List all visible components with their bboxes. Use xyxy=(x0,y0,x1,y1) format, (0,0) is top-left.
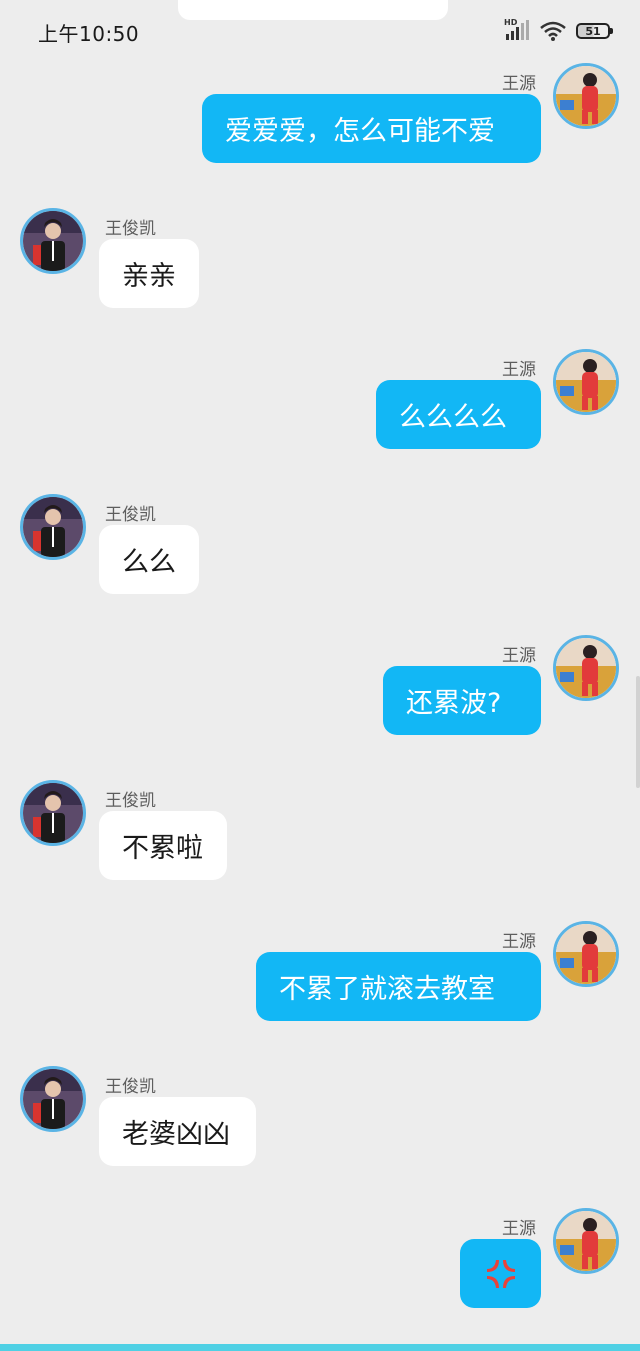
bottom-accent-bar xyxy=(0,1344,640,1351)
message-text: 不累了就滚去教室 xyxy=(279,974,495,1005)
sender-name: 王俊凯 xyxy=(105,219,156,239)
message-text: 不累啦 xyxy=(122,833,203,864)
message-bubble[interactable]: 不累啦 xyxy=(99,811,227,880)
anger-symbol-emoji xyxy=(484,1257,518,1291)
avatar-black-outfit[interactable] xyxy=(20,780,86,846)
avatar-pink-outfit[interactable] xyxy=(553,921,619,987)
message-text: 老婆凶凶 xyxy=(122,1119,230,1150)
sender-name: 王俊凯 xyxy=(105,791,156,811)
message-bubble[interactable]: 么么么么 xyxy=(376,380,541,449)
battery-level: 51 xyxy=(585,24,601,38)
message-bubble[interactable]: 老婆凶凶 xyxy=(99,1097,256,1166)
sender-name: 王源 xyxy=(502,360,536,380)
message-bubble[interactable]: 不累了就滚去教室 xyxy=(256,952,541,1021)
sender-name: 王源 xyxy=(502,932,536,952)
sender-name: 王源 xyxy=(502,1219,536,1239)
message-text: 亲亲 xyxy=(122,261,176,292)
message-bubble[interactable]: 还累波? xyxy=(383,666,541,735)
message-bubble[interactable]: 亲亲 xyxy=(99,239,199,308)
avatar-black-outfit[interactable] xyxy=(20,208,86,274)
message-text: 爱爱爱，怎么可能不爱 xyxy=(225,116,495,147)
message-bubble[interactable]: 爱爱爱，怎么可能不爱 xyxy=(202,94,541,163)
cellular-signal-icon: HD xyxy=(504,18,530,42)
sender-name: 王源 xyxy=(502,74,536,94)
message-text: 还累波? xyxy=(406,688,502,719)
avatar-pink-outfit[interactable] xyxy=(553,1208,619,1274)
avatar-black-outfit[interactable] xyxy=(20,494,86,560)
avatar-pink-outfit[interactable] xyxy=(553,635,619,701)
message-text: 么么么么 xyxy=(399,402,507,433)
status-icons: HD 51 xyxy=(504,18,613,43)
sender-name: 王俊凯 xyxy=(105,1077,156,1097)
message-bubble[interactable]: 么么 xyxy=(99,525,199,594)
sender-name: 王俊凯 xyxy=(105,505,156,525)
avatar-pink-outfit[interactable] xyxy=(553,349,619,415)
scrollbar[interactable] xyxy=(636,676,640,788)
message-bubble[interactable] xyxy=(460,1239,541,1308)
previous-message-bubble xyxy=(178,0,448,20)
status-time: 上午10:50 xyxy=(38,22,140,46)
status-bar: 上午10:50 HD 51 xyxy=(0,0,640,62)
sender-name: 王源 xyxy=(502,646,536,666)
avatar-black-outfit[interactable] xyxy=(20,1066,86,1132)
avatar-pink-outfit[interactable] xyxy=(553,63,619,129)
wifi-icon xyxy=(540,21,566,41)
battery-icon: 51 xyxy=(576,23,613,39)
message-text: 么么 xyxy=(122,547,176,578)
